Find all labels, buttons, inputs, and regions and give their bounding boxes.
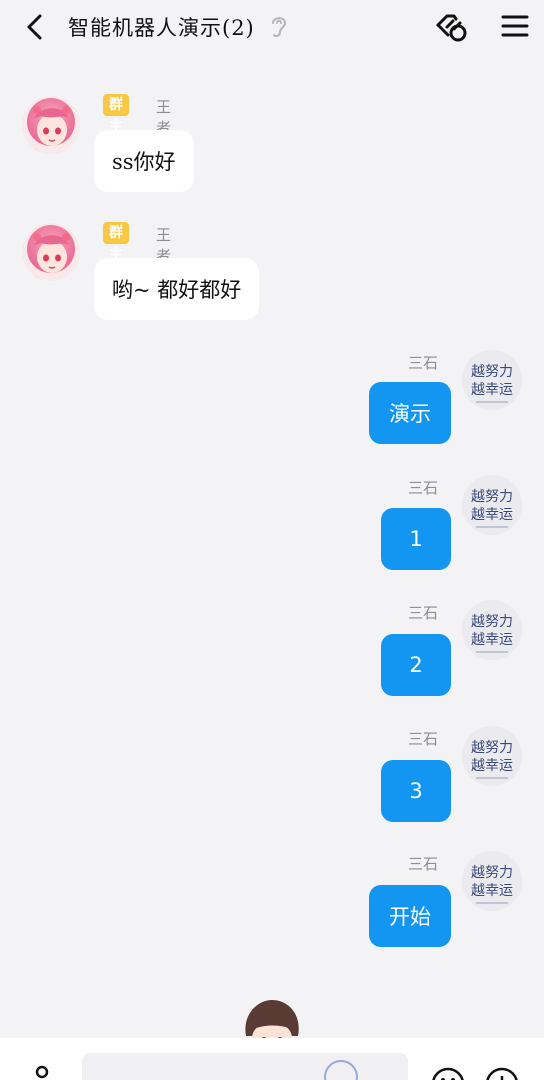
plus-icon[interactable] bbox=[482, 1064, 522, 1080]
sender-name: 三石 bbox=[407, 354, 438, 372]
ear-icon bbox=[272, 17, 287, 37]
svg-text:越幸运: 越幸运 bbox=[471, 632, 513, 648]
svg-text:越努力: 越努力 bbox=[471, 614, 513, 630]
calligraphy-avatar-icon: 越努力 越幸运 bbox=[462, 475, 522, 535]
calligraphy-avatar-icon: 越努力 越幸运 bbox=[462, 350, 522, 410]
group-owner-badge: 群主 bbox=[103, 94, 129, 135]
avatar[interactable]: 越努力 越幸运 bbox=[462, 726, 522, 786]
group-owner-badge: 群主 bbox=[103, 222, 129, 263]
avatar[interactable]: 越努力 越幸运 bbox=[462, 851, 522, 911]
avatar[interactable] bbox=[22, 223, 80, 281]
svg-text:越努力: 越努力 bbox=[471, 489, 513, 505]
voice-icon[interactable] bbox=[28, 1064, 56, 1080]
avatar[interactable] bbox=[22, 96, 80, 154]
avatar[interactable]: 越努力 越幸运 bbox=[462, 475, 522, 535]
menu-icon bbox=[501, 15, 529, 37]
sender-name: 三石 bbox=[407, 604, 438, 622]
back-button[interactable] bbox=[20, 10, 50, 44]
sender-name: 三石 bbox=[407, 730, 438, 748]
avatar[interactable]: 越努力 越幸运 bbox=[462, 350, 522, 410]
link-icon bbox=[436, 14, 467, 42]
emoji-icon[interactable] bbox=[428, 1064, 468, 1080]
chat-header: 智能机器人演示(2) bbox=[0, 0, 544, 54]
sender-name: 三石 bbox=[407, 479, 438, 497]
message-bubble[interactable]: 开始 bbox=[369, 885, 451, 947]
svg-text:越幸运: 越幸运 bbox=[471, 883, 513, 899]
message-bubble[interactable]: ss你好 bbox=[94, 130, 194, 192]
message-bubble[interactable]: 2 bbox=[381, 634, 451, 696]
message-bubble[interactable]: 1 bbox=[381, 508, 451, 570]
message-bubble[interactable]: 3 bbox=[381, 760, 451, 822]
loading-ring-icon bbox=[324, 1060, 358, 1080]
anime-girl-avatar-icon bbox=[22, 96, 80, 154]
calligraphy-avatar-icon: 越努力 越幸运 bbox=[462, 851, 522, 911]
message-bubble[interactable]: 哟~ 都好都好 bbox=[94, 258, 260, 320]
chat-title: 智能机器人演示(2) bbox=[68, 16, 255, 40]
back-arrow-icon bbox=[27, 14, 42, 40]
svg-text:越努力: 越努力 bbox=[471, 740, 513, 756]
svg-text:越幸运: 越幸运 bbox=[471, 507, 513, 523]
message-bubble[interactable]: 演示 bbox=[369, 382, 451, 444]
calligraphy-avatar-icon: 越努力 越幸运 bbox=[462, 726, 522, 786]
svg-text:越幸运: 越幸运 bbox=[471, 758, 513, 774]
svg-text:越努力: 越努力 bbox=[471, 865, 513, 881]
share-link-button[interactable] bbox=[432, 9, 470, 45]
sender-name: 三石 bbox=[407, 855, 438, 873]
calligraphy-avatar-icon: 越努力 越幸运 bbox=[462, 600, 522, 660]
svg-text:越幸运: 越幸运 bbox=[471, 382, 513, 398]
more-menu-button[interactable] bbox=[500, 12, 530, 40]
anime-girl-avatar-icon bbox=[22, 223, 80, 281]
avatar[interactable]: 越努力 越幸运 bbox=[462, 600, 522, 660]
svg-text:越努力: 越努力 bbox=[471, 364, 513, 380]
